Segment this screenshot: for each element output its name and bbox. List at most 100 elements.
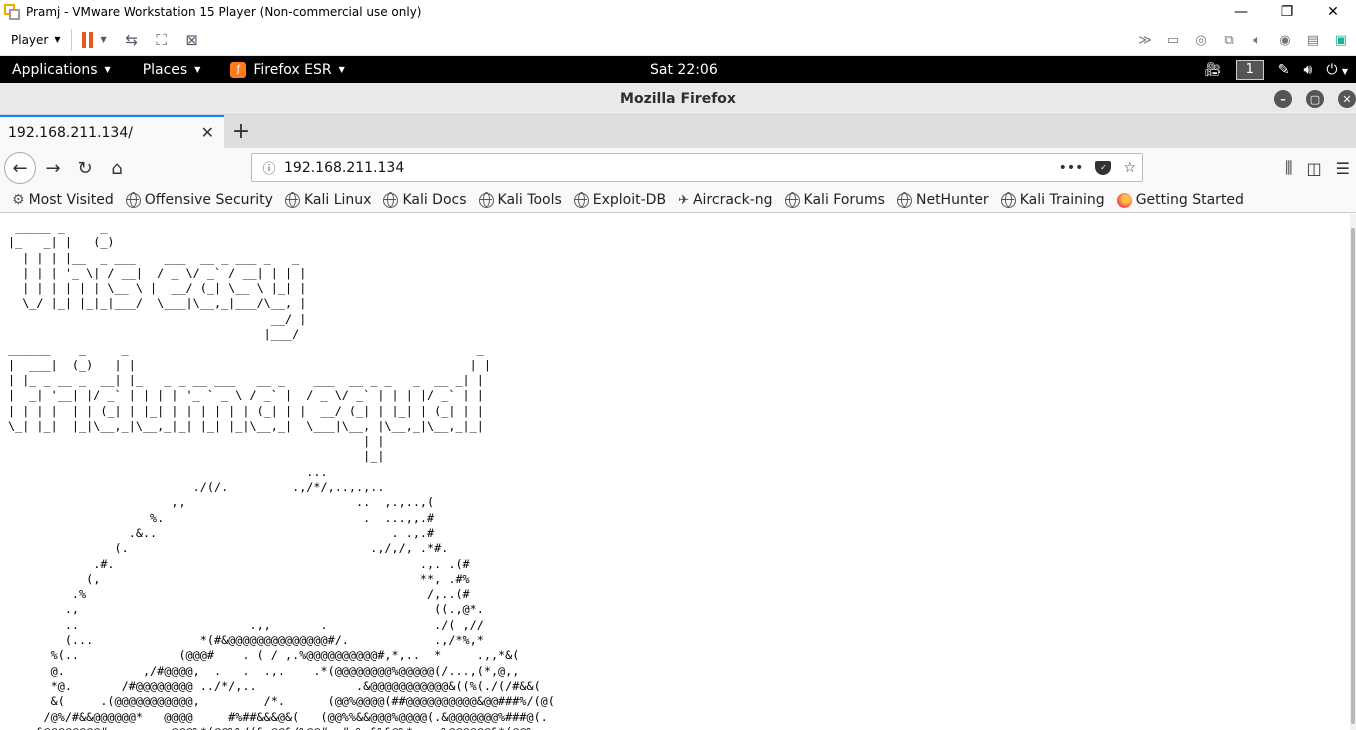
clock[interactable]: Sat 22:06 bbox=[650, 56, 718, 83]
globe-icon bbox=[573, 192, 589, 208]
workspace-indicator[interactable]: 1 bbox=[1235, 59, 1264, 80]
tab-active[interactable]: 192.168.211.134/ ✕ bbox=[0, 115, 224, 148]
message-icon[interactable]: ▣ bbox=[1330, 29, 1352, 51]
vmware-toolbar: Player ▼ ▼ ⇆ ⛶ ⊠ ≫ ▭ ◎ ⧉ 🔈︎ ◉ ▤ ▣ bbox=[0, 24, 1356, 56]
applications-label: Applications bbox=[12, 61, 98, 78]
globe-icon bbox=[383, 192, 399, 208]
tab-close-icon[interactable]: ✕ bbox=[201, 123, 214, 142]
bookmark-label: Offensive Security bbox=[144, 192, 273, 208]
scrollbar[interactable] bbox=[1350, 214, 1356, 730]
pen-icon[interactable]: ✎ bbox=[1278, 62, 1290, 78]
menu-icon[interactable]: ☰ bbox=[1336, 159, 1350, 178]
bookmark-star-icon[interactable]: ☆ bbox=[1123, 160, 1136, 176]
usb-icon[interactable]: ◉ bbox=[1274, 29, 1296, 51]
globe-icon bbox=[896, 192, 912, 208]
caret-down-icon: ▼ bbox=[338, 65, 345, 74]
caret-down-icon: ▼ bbox=[54, 35, 61, 44]
system-tray: 🎥︎ 1 ✎ 🔊︎ ⏻ ▼ bbox=[1204, 56, 1356, 83]
sidebar-icon[interactable]: ◫ bbox=[1307, 159, 1322, 178]
new-tab-button[interactable]: + bbox=[230, 119, 252, 144]
globe-icon bbox=[284, 192, 300, 208]
reload-button[interactable]: ↻ bbox=[70, 153, 100, 183]
back-button[interactable]: ← bbox=[4, 152, 36, 184]
firefox-app-menu[interactable]: ƒ Firefox ESR ▼ bbox=[230, 61, 345, 78]
vmware-window-title: Pramj - VMware Workstation 15 Player (No… bbox=[26, 5, 422, 19]
firefox-app-label: Firefox ESR bbox=[253, 61, 332, 78]
info-icon[interactable]: ⓘ bbox=[258, 158, 280, 177]
cd-icon[interactable]: ◎ bbox=[1190, 29, 1212, 51]
bookmark-label: Aircrack-ng bbox=[692, 192, 773, 208]
minimize-icon[interactable]: – bbox=[1274, 90, 1292, 108]
aircrack-icon: ✈ bbox=[678, 192, 689, 208]
send-ctrl-alt-del-icon[interactable]: ⇆ bbox=[121, 29, 143, 51]
ascii-art-text: _____ _ _ |_ _| | (_) | | | |__ _ ___ __… bbox=[8, 220, 555, 730]
bookmark-label: NetHunter bbox=[915, 192, 989, 208]
sound-icon[interactable]: 🔈︎ bbox=[1246, 29, 1268, 51]
bookmark-kali-docs[interactable]: Kali Docs bbox=[383, 192, 467, 208]
globe-icon bbox=[784, 192, 800, 208]
forward-button[interactable]: → bbox=[38, 153, 68, 183]
player-menu-button[interactable]: Player ▼ bbox=[11, 33, 61, 47]
volume-icon[interactable]: 🔊︎ bbox=[1303, 62, 1312, 78]
bookmark-kali-training[interactable]: Kali Training bbox=[1000, 192, 1105, 208]
firefox-icon: ƒ bbox=[230, 61, 247, 78]
page-actions-menu-icon[interactable]: ••• bbox=[1059, 160, 1084, 176]
url-actions: ••• ✓ ☆ bbox=[1059, 160, 1142, 176]
kali-top-panel: Applications ▼ Places ▼ ƒ Firefox ESR ▼ … bbox=[0, 56, 1356, 83]
firefox-title-bar: Mozilla Firefox – ▢ ✕ bbox=[0, 83, 1356, 115]
toolbar-right-buttons: ⫼ ◫ ☰ bbox=[1285, 153, 1356, 183]
bookmark-most-visited[interactable]: ⚙ Most Visited bbox=[12, 192, 114, 208]
caret-down-icon: ▼ bbox=[104, 65, 111, 74]
tab-strip: 192.168.211.134/ ✕ + bbox=[0, 115, 1356, 148]
firefox-window-title: Mozilla Firefox bbox=[620, 90, 736, 107]
close-button[interactable]: ✕ bbox=[1310, 0, 1356, 24]
network-icon[interactable]: ⧉ bbox=[1218, 29, 1240, 51]
url-text[interactable]: 192.168.211.134 bbox=[284, 160, 1059, 176]
gear-icon: ⚙ bbox=[12, 192, 25, 208]
full-screen-icon[interactable]: ⛶ bbox=[151, 29, 173, 51]
scrollbar-thumb[interactable] bbox=[1351, 228, 1355, 724]
printer-icon[interactable]: ▤ bbox=[1302, 29, 1324, 51]
maximize-icon[interactable]: ▢ bbox=[1306, 90, 1324, 108]
bookmark-aircrack-ng[interactable]: ✈ Aircrack-ng bbox=[678, 192, 772, 208]
pause-icon[interactable] bbox=[81, 31, 93, 48]
minimize-button[interactable]: — bbox=[1218, 0, 1264, 24]
bookmark-getting-started[interactable]: Getting Started bbox=[1116, 192, 1244, 208]
page-content: _____ _ _ |_ _| | (_) | | | |__ _ ___ __… bbox=[0, 214, 1356, 730]
bookmark-nethunter[interactable]: NetHunter bbox=[896, 192, 989, 208]
bookmark-label: Kali Docs bbox=[402, 192, 467, 208]
unity-icon[interactable]: ⊠ bbox=[181, 29, 203, 51]
url-bar[interactable]: ⓘ 192.168.211.134 ••• ✓ ☆ bbox=[251, 153, 1143, 182]
caret-down-icon: ▼ bbox=[194, 65, 201, 74]
globe-icon bbox=[478, 192, 494, 208]
video-camera-icon[interactable]: 🎥︎ bbox=[1204, 62, 1222, 78]
pause-dropdown-icon[interactable]: ▼ bbox=[101, 35, 107, 44]
bookmark-kali-tools[interactable]: Kali Tools bbox=[478, 192, 562, 208]
window-controls: — ❐ ✕ bbox=[1218, 0, 1356, 24]
bookmark-exploit-db[interactable]: Exploit-DB bbox=[573, 192, 666, 208]
divider bbox=[70, 28, 72, 51]
bookmark-kali-linux[interactable]: Kali Linux bbox=[284, 192, 371, 208]
pocket-icon[interactable]: ✓ bbox=[1095, 160, 1112, 175]
bookmark-label: Kali Training bbox=[1019, 192, 1105, 208]
library-icon[interactable]: ⫼ bbox=[1285, 158, 1292, 178]
bookmarks-toolbar: ⚙ Most Visited Offensive Security Kali Li… bbox=[0, 188, 1356, 213]
vmware-title-bar: Pramj - VMware Workstation 15 Player (No… bbox=[0, 0, 1356, 24]
chevron-icon[interactable]: ≫ bbox=[1134, 29, 1156, 51]
player-menu-label: Player bbox=[11, 32, 49, 47]
home-button[interactable]: ⌂ bbox=[102, 153, 132, 183]
bookmark-label: Kali Tools bbox=[497, 192, 562, 208]
bookmark-kali-forums[interactable]: Kali Forums bbox=[784, 192, 885, 208]
places-menu[interactable]: Places ▼ bbox=[143, 62, 201, 78]
close-icon[interactable]: ✕ bbox=[1338, 90, 1356, 108]
restore-button[interactable]: ❐ bbox=[1264, 0, 1310, 24]
vmware-logo-icon bbox=[4, 4, 20, 20]
navigation-toolbar: ← → ↻ ⌂ ⓘ 192.168.211.134 ••• ✓ ☆ ⫼ ◫ ☰ bbox=[0, 148, 1356, 188]
hard-disk-icon[interactable]: ▭ bbox=[1162, 29, 1184, 51]
bookmark-offensive-security[interactable]: Offensive Security bbox=[125, 192, 273, 208]
vm-device-tray: ≫ ▭ ◎ ⧉ 🔈︎ ◉ ▤ ▣ bbox=[1134, 24, 1356, 56]
power-icon[interactable]: ⏻ ▼ bbox=[1326, 62, 1348, 78]
places-label: Places bbox=[142, 61, 188, 78]
globe-icon bbox=[1000, 192, 1016, 208]
applications-menu[interactable]: Applications ▼ bbox=[12, 62, 111, 78]
